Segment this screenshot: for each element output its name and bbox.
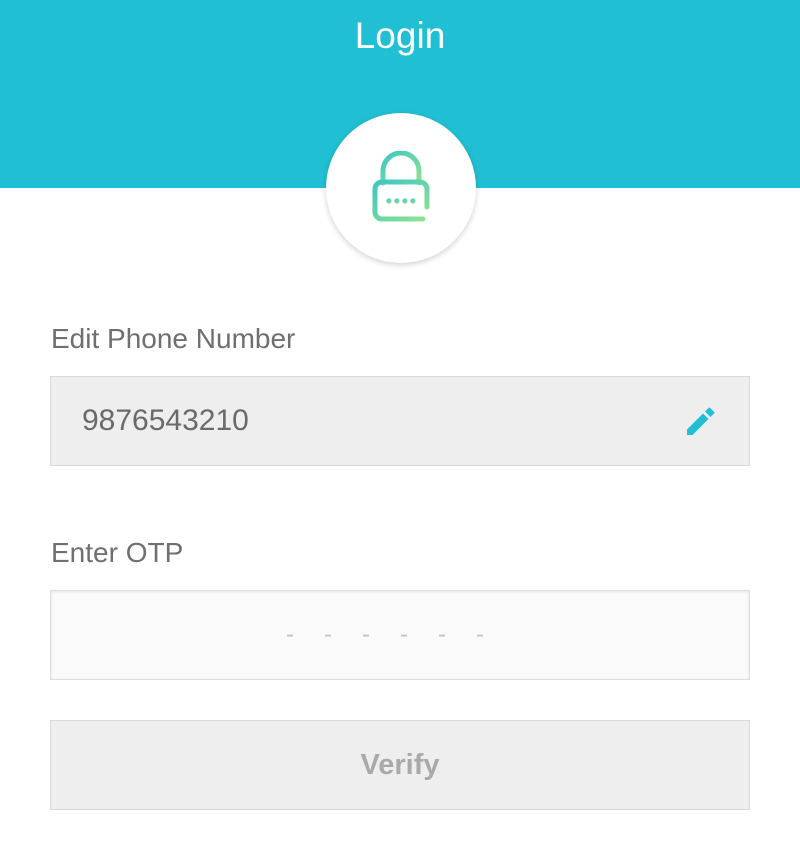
lock-icon (372, 151, 430, 222)
phone-field[interactable]: 9876543210 (50, 376, 750, 466)
lock-badge (326, 113, 476, 263)
phone-value: 9876543210 (82, 404, 249, 437)
verify-button[interactable]: Verify (50, 720, 750, 810)
pencil-icon[interactable] (684, 406, 716, 438)
page-title: Login (354, 15, 446, 56)
otp-label: Enter OTP (51, 537, 184, 568)
phone-label: Edit Phone Number (51, 323, 296, 354)
otp-field-container (50, 590, 750, 680)
otp-input[interactable] (51, 591, 749, 679)
